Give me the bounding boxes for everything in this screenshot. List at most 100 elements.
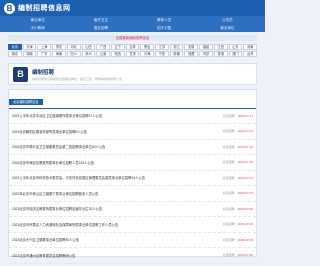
article-title[interactable]: 2023北京市延庆区教委所属事业单位招聘应届毕业生32人公告 bbox=[12, 206, 102, 211]
region-tag[interactable]: 吉林 bbox=[125, 44, 140, 50]
region-tag[interactable]: 四川 bbox=[66, 51, 81, 57]
panel-tab[interactable]: 北京编制招聘信息 bbox=[9, 99, 43, 105]
region-tag[interactable]: 香港 bbox=[213, 51, 228, 57]
brand-text: 编制招聘 编制招聘信息网收录全国事业单位、医疗卫生、教师等编制招聘公告 bbox=[32, 68, 122, 81]
article-meta: 北京招聘 2023-07-06 bbox=[223, 207, 253, 211]
region-tag[interactable]: 上海 bbox=[37, 44, 52, 50]
article-row[interactable]: 2023上半年北京丰台区卫生健康委所属事业单位招聘17人公告 北京招聘 2023-0… bbox=[9, 109, 256, 125]
region-filter: 北京 天津 上海 重庆 河北 山西 广西 辽宁 吉林 黑龙 江苏 浙江 安徽 福建 江西 山东 河南湖北 湖南 广东… bbox=[8, 44, 257, 57]
brand-name: 编制招聘 bbox=[32, 69, 55, 76]
article-source: 北京招聘 bbox=[222, 237, 235, 242]
article-row[interactable]: 2023北京市海淀区教委所属事业单位招聘人员215人公告 北京招聘 2023-07-… bbox=[9, 155, 256, 171]
article-source: 北京招聘 bbox=[222, 113, 235, 118]
region-tag[interactable]: 江西 bbox=[213, 44, 228, 50]
article-date: 2023-07-05 bbox=[237, 253, 253, 258]
region-tag[interactable]: 安徽 bbox=[184, 44, 199, 50]
nav-item[interactable]: 中小教师 bbox=[6, 24, 69, 32]
site-title[interactable]: 编制招聘信息网 bbox=[18, 3, 71, 13]
article-source: 北京招聘 bbox=[222, 129, 235, 134]
region-tag[interactable]: 台湾 bbox=[243, 51, 257, 57]
article-row[interactable]: 2023北京市延庆区教委所属事业单位招聘应届毕业生32人公告 北京招聘 2023-0… bbox=[9, 202, 256, 218]
article-title[interactable]: 2023年北京市房山区卫健委下属事业单位招聘医务人员公告 bbox=[12, 191, 98, 196]
main-nav: 事业单位 医疗卫生 教师人员 公务员 中小教师 国企招聘 招才引智 事业单位 bbox=[0, 16, 265, 32]
nav-item[interactable]: 招才引智 bbox=[133, 24, 196, 32]
article-date: 2023-07-07 bbox=[237, 191, 253, 196]
article-date: 2023-07-11 bbox=[237, 129, 253, 134]
nav-item[interactable]: 公务员 bbox=[196, 16, 259, 24]
article-meta: 北京招聘 2023-07-06 bbox=[223, 222, 253, 226]
article-date: 2023-07-07 bbox=[237, 175, 253, 180]
region-tag[interactable]: 广西 bbox=[96, 44, 110, 50]
article-source: 北京招聘 bbox=[222, 222, 235, 227]
region-tag[interactable]: 河南 bbox=[243, 44, 257, 50]
article-date: 2023-07-11 bbox=[237, 113, 253, 118]
region-tag[interactable]: 贵州 bbox=[81, 51, 96, 57]
article-row[interactable]: 2023北京市顺义区卫生健康委员会第二批招聘事业单位50人公告 北京招聘 2023-… bbox=[9, 140, 256, 156]
region-tag[interactable]: 福建 bbox=[199, 44, 213, 50]
region-tag[interactable]: 青海 bbox=[140, 51, 155, 57]
article-date: 2023-07-10 bbox=[237, 144, 253, 149]
article-title[interactable]: 2023北京市通州区教育委员会招聘教师公告 bbox=[12, 253, 75, 258]
article-date: 2023-07-10 bbox=[237, 160, 253, 165]
region-tag[interactable]: 云南 bbox=[96, 51, 110, 57]
region-tag[interactable]: 辽宁 bbox=[110, 44, 125, 50]
article-meta: 北京招聘 2023-07-05 bbox=[223, 238, 253, 242]
region-tag[interactable]: 新疆 bbox=[169, 51, 184, 57]
region-tag[interactable]: 浙江 bbox=[169, 44, 184, 50]
region-tag[interactable]: 海南 bbox=[52, 51, 66, 57]
article-title[interactable]: 2023北京市顺义区卫生健康委员会第二批招聘事业单位50人公告 bbox=[12, 144, 105, 149]
article-title[interactable]: 2023上半年北京丰台区卫生健康委所属事业单位招聘17人公告 bbox=[12, 113, 102, 118]
notice-banner[interactable]: 全国最新编制招聘信息 bbox=[8, 35, 257, 41]
article-source: 北京招聘 bbox=[222, 206, 235, 211]
article-title[interactable]: 2023北京大兴区卫健委事业单位招聘30人公告 bbox=[12, 237, 79, 242]
region-tag[interactable]: 陕西 bbox=[110, 51, 125, 57]
article-row[interactable]: 2023北京朝阳区委宣传部所属事业单位招聘6人公告 北京招聘 2023-07-11 bbox=[9, 124, 256, 140]
article-panel: 北京编制招聘信息 2023上半年北京丰台区卫生健康委所属事业单位招聘17人公告北… bbox=[8, 89, 257, 264]
nav-item[interactable]: 事业单位 bbox=[6, 16, 69, 24]
region-tag[interactable]: 湖北 bbox=[8, 51, 22, 57]
region-tag[interactable]: 河北 bbox=[66, 44, 81, 50]
article-meta: 北京招聘 2023-07-05 bbox=[223, 253, 253, 257]
article-meta: 北京招聘 2023-07-07 bbox=[223, 176, 253, 180]
article-row[interactable]: 2023北京市通州区教育委员会招聘教师公告 北京招聘 2023-07-05 bbox=[9, 248, 256, 264]
article-row[interactable]: 2023北京大兴区卫健委事业单位招聘30人公告 北京招聘 2023-07-05 bbox=[9, 233, 256, 249]
region-tag[interactable]: 天津 bbox=[22, 44, 37, 50]
nav-item[interactable]: 事业单位 bbox=[196, 24, 259, 32]
region-tag[interactable]: 江苏 bbox=[155, 44, 169, 50]
article-source: 北京招聘 bbox=[222, 253, 235, 258]
region-tag[interactable]: 内蒙 bbox=[199, 51, 213, 57]
region-tag[interactable]: 宁夏 bbox=[155, 51, 169, 57]
nav-item[interactable]: 国企招聘 bbox=[69, 24, 132, 32]
region-tag[interactable]: 山西 bbox=[81, 44, 96, 50]
brand-logo: B bbox=[13, 66, 28, 82]
article-title[interactable]: 2023上半年北京市科学技术委员会、中关村科技园区管理委员会直属事业单位招聘44… bbox=[12, 175, 145, 180]
region-tag[interactable]: 湖南 bbox=[22, 51, 37, 57]
region-tag[interactable]: 山东 bbox=[228, 44, 243, 50]
region-tag[interactable]: 黑龙 bbox=[140, 44, 155, 50]
article-title[interactable]: 2023北京市怀柔区人力资源和社会保障局所属事业单位招聘工作人员公告 bbox=[12, 222, 118, 227]
page: B 编制招聘信息网 事业单位 医疗卫生 教师人员 公务员 中小教师 国企招聘 招才引智 事业单… bbox=[0, 0, 265, 266]
region-tag[interactable]: 北京 bbox=[8, 44, 22, 50]
brand-block: B 编制招聘 编制招聘信息网收录全国事业单位、医疗卫生、教师等编制招聘公告 bbox=[8, 63, 257, 85]
article-source: 北京招聘 bbox=[222, 175, 235, 180]
brand-description: 编制招聘信息网收录全国事业单位、医疗卫生、教师等编制招聘公告 bbox=[32, 76, 123, 81]
site-logo[interactable]: B bbox=[4, 2, 15, 14]
region-tag[interactable]: 澳门 bbox=[228, 51, 243, 57]
region-tag[interactable]: 重庆 bbox=[52, 44, 66, 50]
article-title[interactable]: 2023北京市海淀区教委所属事业单位招聘人员215人公告 bbox=[12, 160, 94, 165]
article-date: 2023-07-05 bbox=[237, 237, 253, 242]
region-tag[interactable]: 西藏 bbox=[184, 51, 199, 57]
article-row[interactable]: 2023北京市怀柔区人力资源和社会保障局所属事业单位招聘工作人员公告 北京招聘 20… bbox=[9, 217, 256, 233]
nav-item[interactable]: 医疗卫生 bbox=[69, 16, 132, 24]
region-tag[interactable]: 广东 bbox=[37, 51, 52, 57]
article-meta: 北京招聘 2023-07-10 bbox=[223, 145, 253, 149]
article-title[interactable]: 2023北京朝阳区委宣传部所属事业单位招聘6人公告 bbox=[12, 129, 87, 134]
article-source: 北京招聘 bbox=[222, 144, 235, 149]
region-tag[interactable]: 甘肃 bbox=[125, 51, 140, 57]
article-source: 北京招聘 bbox=[222, 191, 235, 196]
nav-item[interactable]: 教师人员 bbox=[133, 16, 196, 24]
article-row[interactable]: 2023上半年北京市科学技术委员会、中关村科技园区管理委员会直属事业单位招聘44… bbox=[9, 171, 256, 187]
site-header: B 编制招聘信息网 bbox=[0, 0, 265, 16]
article-source: 北京招聘 bbox=[222, 160, 235, 165]
article-row[interactable]: 2023年北京市房山区卫健委下属事业单位招聘医务人员公告 北京招聘 2023-07-… bbox=[9, 186, 256, 202]
